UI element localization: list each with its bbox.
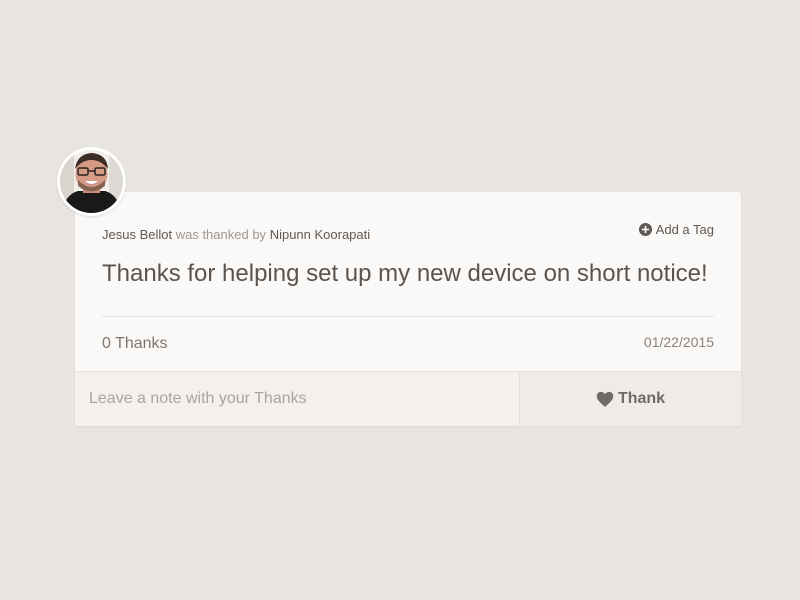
add-tag-label: Add a Tag <box>655 222 714 237</box>
thanked-by-text: was thanked by <box>175 227 267 242</box>
thank-label: Thank <box>617 390 666 407</box>
post-date: 01/22/2015 <box>643 334 714 350</box>
sender-name[interactable]: Nipunn Koorapati <box>270 227 370 242</box>
thanks-header: Jesus Bellot was thanked by Nipunn Koora… <box>102 227 370 242</box>
heart-icon <box>596 391 614 407</box>
user-photo <box>60 150 123 213</box>
recipient-name[interactable]: Jesus Bellot <box>102 227 172 242</box>
thank-button[interactable]: Thank <box>519 372 741 426</box>
thanks-count[interactable]: 0 Thanks <box>102 335 168 353</box>
divider <box>102 316 714 317</box>
thanks-card: Jesus Bellot was thanked by Nipunn Koora… <box>75 192 741 426</box>
plus-circle-icon <box>638 223 652 236</box>
add-tag-button[interactable]: Add a Tag <box>638 222 714 237</box>
thanks-message: Thanks for helping set up my new device … <box>102 260 708 287</box>
thanks-note-input[interactable] <box>75 372 519 426</box>
thanks-footer: Thank <box>75 371 741 426</box>
avatar <box>57 147 126 216</box>
